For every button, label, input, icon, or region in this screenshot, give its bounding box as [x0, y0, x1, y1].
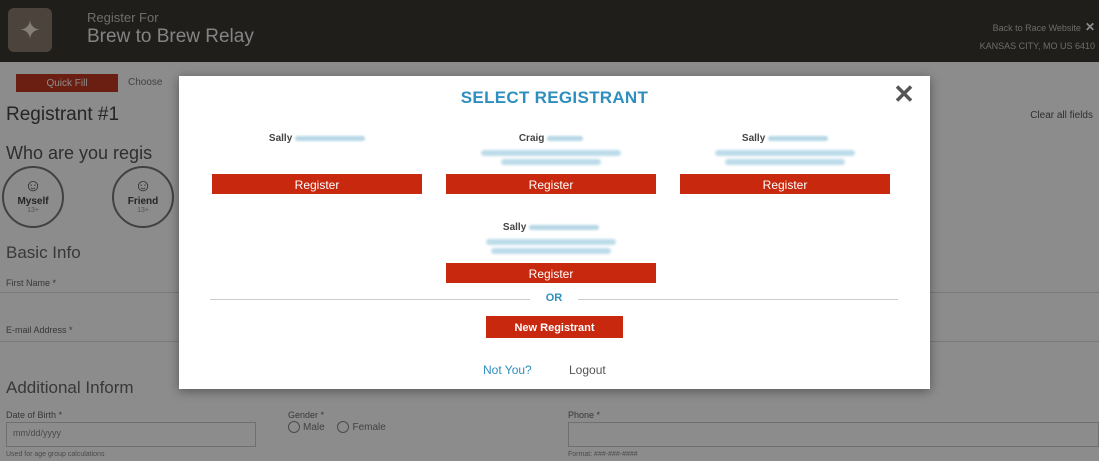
register-button[interactable]: Register: [446, 174, 656, 194]
registrant-name: Craig: [446, 133, 656, 147]
registrant-name: Sally: [680, 133, 890, 147]
register-button[interactable]: Register: [680, 174, 890, 194]
register-button[interactable]: Register: [212, 174, 422, 194]
registrant-name: Sally: [446, 222, 656, 236]
registrant-card: Sally: [212, 133, 422, 147]
registrant-card: Craig: [446, 133, 656, 165]
registrant-card: Sally: [446, 222, 656, 254]
close-icon[interactable]: ✕: [889, 80, 919, 108]
or-separator: OR: [534, 292, 574, 304]
register-button[interactable]: Register: [446, 263, 656, 283]
select-registrant-modal: SELECT REGISTRANT ✕ Sally Register Craig…: [179, 76, 930, 389]
registrant-card: Sally: [680, 133, 890, 165]
logout-link[interactable]: Logout: [569, 363, 606, 377]
new-registrant-button[interactable]: New Registrant: [486, 316, 623, 338]
registrant-name: Sally: [212, 133, 422, 147]
not-you-link[interactable]: Not You?: [483, 363, 532, 377]
divider-left: [210, 299, 530, 300]
divider-right: [578, 299, 898, 300]
modal-title: SELECT REGISTRANT: [460, 88, 649, 107]
